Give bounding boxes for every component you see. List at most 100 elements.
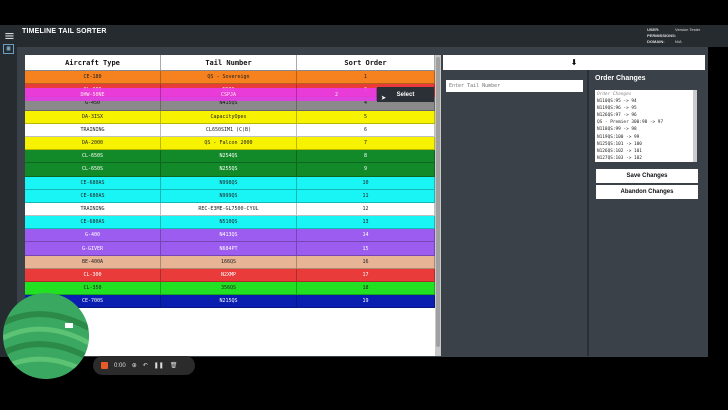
trash-icon[interactable]: 🗑: [170, 362, 178, 369]
cell-aircraft-type: CL-650S: [25, 150, 161, 163]
cell-sort-order: 1: [297, 71, 435, 84]
header-sort-order[interactable]: Sort Order: [297, 55, 435, 70]
record-time: 0:00: [114, 362, 126, 369]
table-row[interactable]: TRAINING CL650SIM1 (C(B) 6: [25, 123, 435, 137]
cell-aircraft-type: TRAINING: [25, 202, 161, 216]
mouse-cursor-icon: ➤: [381, 94, 387, 104]
scrollbar-thumb[interactable]: [436, 57, 440, 347]
cell-aircraft-type: CE-680AS: [25, 189, 161, 202]
menu-icon[interactable]: ≡: [4, 29, 15, 44]
order-changes-placeholder: Order Changes: [597, 92, 632, 97]
order-changes-title: Order Changes: [595, 75, 646, 82]
table-scrollbar[interactable]: [435, 55, 441, 356]
stop-record-icon[interactable]: [101, 362, 108, 369]
cell-aircraft-type: DA-2000: [25, 136, 161, 150]
cell-sort-order: 6: [297, 123, 435, 136]
cell-tail-number: QS - Sovereign: [161, 71, 297, 84]
dragged-row[interactable]: DHW-50NE CSPJA 2: [25, 88, 377, 101]
order-change-line: N126QS:97 -> 96: [597, 113, 637, 119]
cell-sort-order: 12: [297, 202, 435, 216]
header-aircraft-type[interactable]: Aircraft Type: [25, 55, 161, 70]
table-row[interactable]: CE-700S N215QS 19: [25, 295, 435, 309]
cell-aircraft-type: CE-680AS: [25, 176, 161, 189]
table-body: CE-180QS - Sovereign1CL-300N1QS2G-450N41…: [25, 71, 435, 309]
drag-sort-order: 2: [297, 88, 377, 101]
order-change-line: N125QS:101 -> 100: [597, 141, 642, 147]
order-changes-textarea[interactable]: Order Changes N110QS:95 -> 94 N119QS:96 -…: [595, 90, 697, 162]
cell-sort-order: 18: [297, 282, 435, 295]
cell-aircraft-type: CE-680AS: [25, 216, 161, 229]
cell-tail-number: 166QS: [161, 255, 297, 268]
table-row[interactable]: CE-680AS N510QS 13: [25, 216, 435, 230]
table-row[interactable]: CL-650S N255QS 9: [25, 163, 435, 177]
webcam-image: [3, 293, 89, 379]
recording-toolbar: 0:00 ⊕ ↶ ❚❚ 🗑: [93, 356, 195, 375]
cell-aircraft-type: CL-300: [25, 268, 161, 281]
table-row[interactable]: CE-180 QS - Sovereign 1: [25, 71, 435, 85]
order-change-line: N119QS:96 -> 95: [597, 106, 637, 112]
table-row[interactable]: DA-3ISX CapacityOpes 5: [25, 110, 435, 124]
cell-aircraft-type: G-400: [25, 229, 161, 242]
table-row[interactable]: CE-680AS N999QS 11: [25, 189, 435, 203]
save-changes-button[interactable]: Save Changes: [596, 169, 698, 183]
down-arrow-icon[interactable]: ⬇: [443, 55, 705, 70]
cell-tail-number: CL650SIM1 (C(B): [161, 123, 297, 136]
table-row[interactable]: CL-350 356QS 18: [25, 282, 435, 296]
panel-divider: [587, 70, 589, 356]
cell-sort-order: 10: [297, 176, 435, 189]
pause-icon[interactable]: ❚❚: [154, 362, 164, 369]
undo-icon[interactable]: ↶: [143, 362, 148, 369]
table-header: Aircraft Type Tail Number Sort Order: [25, 55, 435, 71]
order-change-line: N126QS:102 -> 101: [597, 148, 642, 154]
user-meta: USER: Version Tester PERMISSIONS: DOMAIN:…: [647, 27, 700, 45]
abandon-changes-button[interactable]: Abandon Changes: [596, 185, 698, 199]
grid-icon[interactable]: ▦: [3, 44, 14, 54]
table-row[interactable]: DA-2000 QS - Falcon 2000 7: [25, 136, 435, 151]
cell-sort-order: 17: [297, 268, 435, 281]
header-tail-number[interactable]: Tail Number: [161, 55, 297, 70]
cell-aircraft-type: TRAINING: [25, 123, 161, 136]
table-row[interactable]: CE-680AS N998QS 10: [25, 176, 435, 190]
cell-aircraft-type: DA-3ISX: [25, 110, 161, 123]
webcam-overlay: [3, 293, 89, 379]
cell-tail-number: N2XMP: [161, 268, 297, 281]
order-change-line: N118QS:99 -> 98: [597, 127, 637, 133]
drag-tail-number: CSPJA: [161, 88, 297, 101]
order-change-line: N127QS:103 -> 102: [597, 155, 642, 161]
order-changes-list: N110QS:95 -> 94 N119QS:96 -> 95 N126QS:97 …: [597, 98, 695, 162]
app-header: ≡ TIMELINE TAIL SORTER USER: Version Test…: [0, 25, 728, 47]
drag-aircraft-type: DHW-50NE: [25, 88, 161, 101]
table-row[interactable]: CL-650S N254QS 8: [25, 150, 435, 164]
table-row[interactable]: CL-300 N2XMP 17: [25, 268, 435, 282]
order-change-line: N110QS:95 -> 94: [597, 99, 637, 105]
meta-value: Version Tester: [675, 27, 701, 32]
cell-tail-number: N998QS: [161, 176, 297, 189]
order-change-line: QS - Premier 300:98 -> 97: [597, 120, 664, 126]
cell-tail-number: N413QS: [161, 229, 297, 242]
meta-key: DOMAIN:: [647, 39, 665, 44]
order-changes-scrollbar[interactable]: [693, 90, 697, 162]
crosshair-icon[interactable]: ⊕: [132, 362, 137, 369]
cell-tail-number: QS - Falcon 2000: [161, 136, 297, 150]
cell-sort-order: 7: [297, 136, 435, 150]
cell-sort-order: 9: [297, 163, 435, 176]
cell-sort-order: 16: [297, 255, 435, 268]
cell-tail-number: N999QS: [161, 189, 297, 202]
tail-number-input[interactable]: [446, 80, 583, 92]
order-change-line: N119QS:100 -> 99: [597, 134, 640, 140]
cell-aircraft-type: CE-180: [25, 71, 161, 84]
cell-aircraft-type: G-GIVER: [25, 242, 161, 255]
table-row[interactable]: G-400 N413QS 14: [25, 229, 435, 243]
cell-tail-number: N684PT: [161, 242, 297, 255]
table-row[interactable]: BE-400A 166QS 16: [25, 255, 435, 269]
cell-tail-number: N510QS: [161, 216, 297, 229]
cell-sort-order: 8: [297, 150, 435, 163]
cell-tail-number: REC-E3ME-GL7500-CYUL: [161, 202, 297, 216]
cell-tail-number: N254QS: [161, 150, 297, 163]
cell-sort-order: 5: [297, 110, 435, 123]
table-row[interactable]: TRAINING REC-E3ME-GL7500-CYUL 12: [25, 202, 435, 217]
table-row[interactable]: G-GIVER N684PT 15: [25, 242, 435, 256]
cell-tail-number: N215QS: [161, 295, 297, 308]
app-title: TIMELINE TAIL SORTER: [22, 28, 107, 35]
cell-tail-number: N255QS: [161, 163, 297, 176]
